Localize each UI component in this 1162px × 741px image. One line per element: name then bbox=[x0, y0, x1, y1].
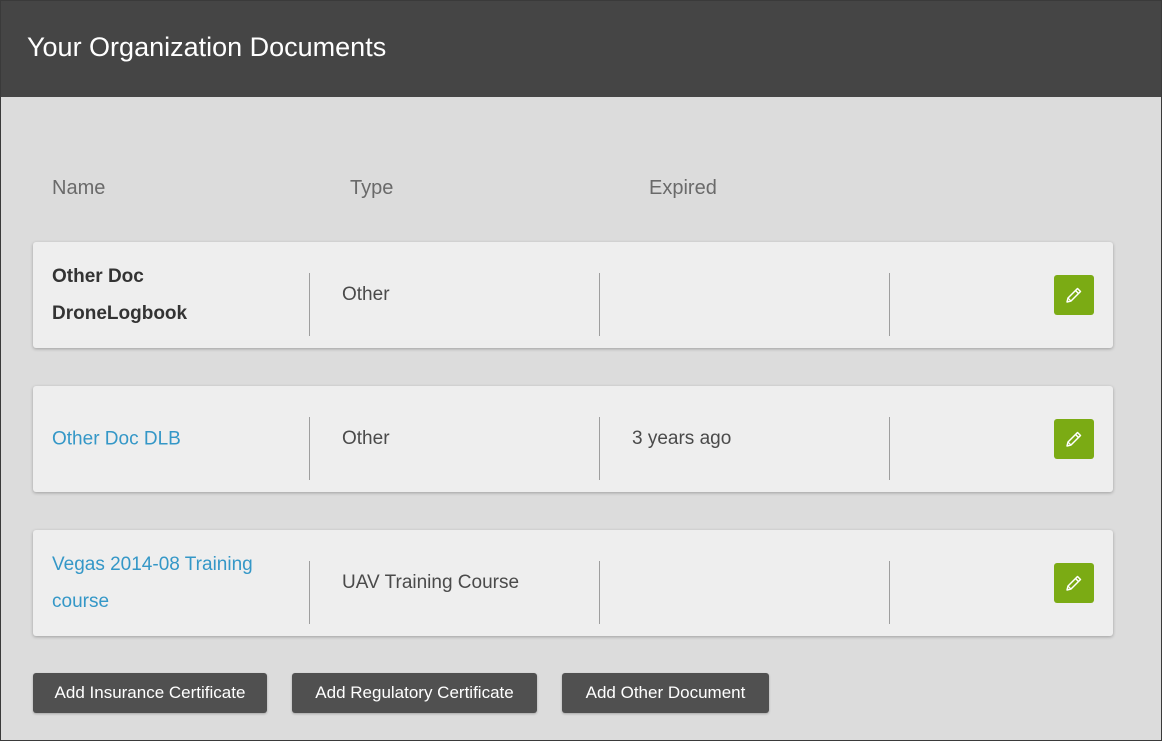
document-expired: 3 years ago bbox=[632, 428, 732, 449]
column-divider bbox=[889, 273, 890, 336]
edit-document-button[interactable] bbox=[1054, 563, 1094, 603]
document-name-link[interactable]: Other Doc DLB bbox=[52, 421, 292, 458]
document-name-line2[interactable]: course bbox=[52, 583, 292, 620]
document-name-link[interactable]: Vegas 2014-08 Training course bbox=[52, 546, 292, 620]
page-title: Your Organization Documents bbox=[27, 32, 387, 62]
pencil-icon bbox=[1066, 575, 1082, 591]
document-row: Vegas 2014-08 Training course UAV Traini… bbox=[33, 530, 1113, 636]
document-type: UAV Training Course bbox=[342, 572, 520, 593]
document-name-line2: DroneLogbook bbox=[52, 303, 188, 324]
document-type: Other bbox=[342, 284, 390, 305]
documents-panel: Your Organization Documents Name Type Ex… bbox=[0, 0, 1162, 741]
column-divider bbox=[309, 273, 310, 336]
pencil-icon bbox=[1066, 431, 1082, 447]
document-row: Other Doc DroneLogbook Other bbox=[33, 242, 1113, 348]
document-name-line1[interactable]: Other Doc DLB bbox=[52, 421, 292, 458]
column-divider bbox=[599, 417, 600, 480]
add-insurance-certificate-button[interactable]: Add Insurance Certificate bbox=[33, 673, 267, 713]
column-header-name: Name bbox=[52, 177, 106, 199]
column-divider bbox=[309, 561, 310, 624]
column-header-expired: Expired bbox=[649, 177, 717, 199]
document-type: Other bbox=[342, 428, 390, 449]
add-regulatory-certificate-button[interactable]: Add Regulatory Certificate bbox=[292, 673, 537, 713]
column-divider bbox=[309, 417, 310, 480]
document-name-line1[interactable]: Vegas 2014-08 Training bbox=[52, 546, 292, 583]
page-header: Your Organization Documents bbox=[1, 1, 1161, 97]
column-header-type: Type bbox=[350, 177, 394, 199]
column-divider bbox=[599, 561, 600, 624]
column-divider bbox=[889, 561, 890, 624]
document-name: Other Doc DroneLogbook bbox=[52, 258, 292, 332]
column-divider bbox=[599, 273, 600, 336]
document-row: Other Doc DLB Other 3 years ago bbox=[33, 386, 1113, 492]
pencil-icon bbox=[1066, 287, 1082, 303]
edit-document-button[interactable] bbox=[1054, 275, 1094, 315]
document-name-line1: Other Doc bbox=[52, 266, 144, 287]
add-other-document-button[interactable]: Add Other Document bbox=[562, 673, 769, 713]
column-divider bbox=[889, 417, 890, 480]
edit-document-button[interactable] bbox=[1054, 419, 1094, 459]
